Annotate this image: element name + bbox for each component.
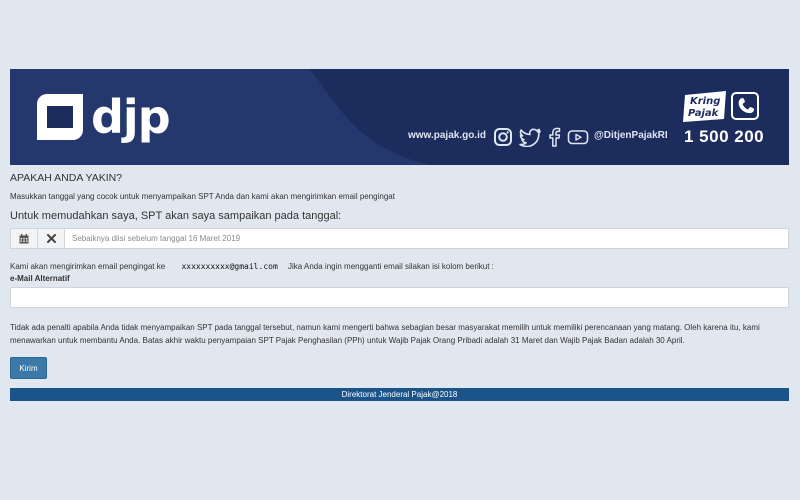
close-icon: [46, 234, 56, 243]
social-handle: @DitjenPajakRI: [594, 130, 668, 141]
facebook-icon[interactable]: [547, 127, 561, 147]
date-input[interactable]: [65, 229, 788, 248]
notice-text: Tidak ada penalti apabila Anda tidak men…: [10, 323, 760, 345]
site-url-link[interactable]: www.pajak.go.id: [408, 130, 486, 141]
twitter-icon[interactable]: [519, 127, 541, 147]
clear-date-button[interactable]: [38, 229, 65, 248]
social-icons: [493, 127, 589, 147]
calendar-icon: [19, 233, 29, 243]
calendar-button[interactable]: [11, 229, 38, 248]
kring-number: 1 500 200: [684, 127, 765, 146]
logo-text: djp: [91, 90, 171, 144]
youtube-icon[interactable]: [567, 127, 589, 147]
djp-logo[interactable]: djp: [37, 90, 171, 144]
date-picker-group: [10, 228, 789, 249]
form-intro: Masukkan tanggal yang cocok untuk menyam…: [10, 192, 395, 201]
date-heading: Untuk memudahkan saya, SPT akan saya sam…: [10, 210, 342, 222]
phone-icon: [738, 97, 755, 114]
kring-logo-line1: Kring: [690, 96, 720, 107]
kring-logo-line2: Pajak: [688, 108, 720, 119]
current-email: xxxxxxxxxx@gmail.com: [181, 262, 278, 271]
footer: Direktorat Jenderal Pajak@2018: [10, 388, 789, 401]
submit-button[interactable]: Kirim: [10, 357, 47, 379]
kring-pajak-logo[interactable]: Kring Pajak: [682, 89, 762, 125]
alt-email-field[interactable]: [10, 287, 789, 308]
email-info-suffix: Jika Anda ingin mengganti email silakan …: [288, 262, 494, 271]
email-info: Kami akan mengirimkan email pengingat ke…: [10, 262, 494, 271]
alt-email-label: e-Mail Alternatif: [10, 274, 70, 283]
header-banner: djp www.pajak.go.id @DitjenPajakRI Kring…: [10, 69, 789, 165]
form-title: APAKAH ANDA YAKIN?: [10, 172, 123, 184]
instagram-icon[interactable]: [493, 127, 513, 147]
djp-logo-mark-icon: [37, 94, 83, 140]
email-info-prefix: Kami akan mengirimkan email pengingat ke: [10, 262, 166, 271]
